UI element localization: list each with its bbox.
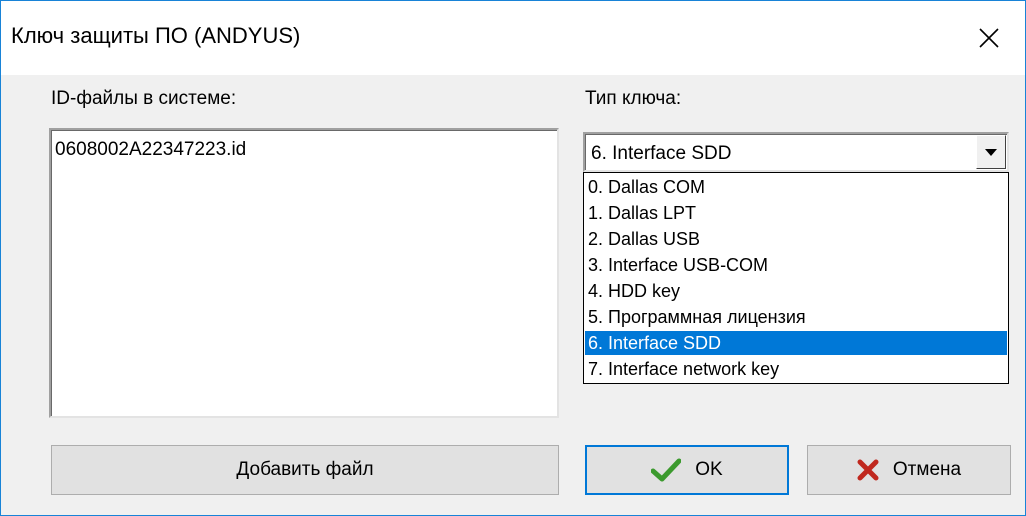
id-files-label: ID-файлы в системе: <box>51 88 237 109</box>
list-item[interactable]: 0608002A22347223.id <box>55 139 246 161</box>
dropdown-option[interactable]: 3. Interface USB-COM <box>585 253 1007 277</box>
key-type-label: Тип ключа: <box>585 88 682 109</box>
cancel-button-label: Отмена <box>892 459 962 480</box>
dropdown-button[interactable] <box>976 135 1006 169</box>
checkmark-icon <box>651 458 682 482</box>
dropdown-option[interactable]: 2. Dallas USB <box>585 227 1007 251</box>
key-type-select[interactable]: 6. Interface SDD <box>583 132 1009 172</box>
dropdown-option[interactable]: 7. Interface network key <box>585 357 1007 381</box>
dropdown-option[interactable]: 5. Программная лицензия <box>585 305 1007 329</box>
close-icon <box>979 28 999 48</box>
dropdown-option[interactable]: 0. Dallas COM <box>585 175 1007 199</box>
close-button[interactable] <box>959 17 1019 59</box>
dropdown-option-selected[interactable]: 6. Interface SDD <box>585 331 1007 355</box>
dropdown-option[interactable]: 1. Dallas LPT <box>585 201 1007 225</box>
chevron-down-icon <box>985 148 997 156</box>
key-type-dropdown-list: 0. Dallas COM 1. Dallas LPT 2. Dallas US… <box>583 172 1009 384</box>
dialog-window: Ключ защиты ПО (ANDYUS) ID-файлы в систе… <box>0 0 1026 516</box>
ok-button-label: OK <box>695 459 723 480</box>
title-bar: Ключ защиты ПО (ANDYUS) <box>1 1 1025 75</box>
id-files-listbox[interactable]: 0608002A22347223.id <box>49 128 559 418</box>
add-file-button-label: Добавить файл <box>236 459 374 480</box>
cross-icon <box>857 459 879 481</box>
key-type-selected-value: 6. Interface SDD <box>591 143 732 164</box>
add-file-button[interactable]: Добавить файл <box>51 445 559 495</box>
dropdown-option[interactable]: 4. HDD key <box>585 279 1007 303</box>
window-title: Ключ защиты ПО (ANDYUS) <box>11 23 301 48</box>
ok-button[interactable]: OK <box>585 445 789 495</box>
cancel-button[interactable]: Отмена <box>807 445 1011 495</box>
